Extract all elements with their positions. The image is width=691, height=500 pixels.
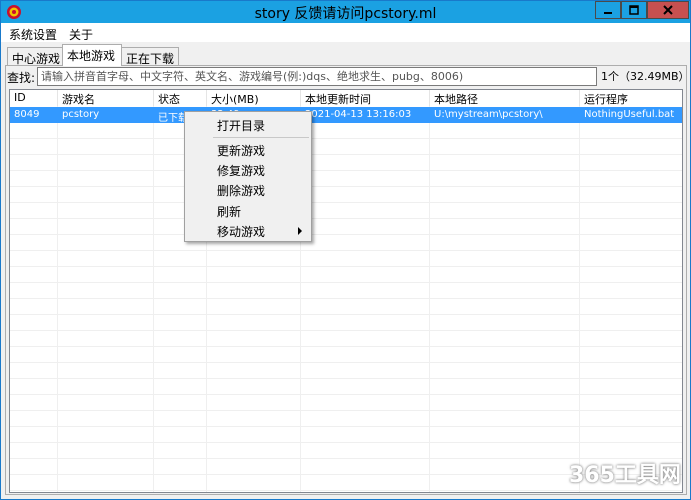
title-bar[interactable]: story 反馈请访问pcstory.ml bbox=[1, 1, 690, 23]
cell-local-path: U:\mystream\pcstory\ bbox=[434, 109, 543, 120]
context-menu: 打开目录 更新游戏 修复游戏 删除游戏 刷新 移动游戏 bbox=[184, 111, 312, 242]
column-header-id[interactable]: ID bbox=[10, 90, 58, 106]
menu-about[interactable]: 关于 bbox=[69, 26, 93, 43]
cell-update-time: 2021-04-13 13:16:03 bbox=[305, 109, 412, 120]
column-header-executable[interactable]: 运行程序 bbox=[580, 90, 682, 106]
maximize-icon bbox=[629, 5, 639, 15]
game-count-label: 1个（32.49MB） bbox=[601, 70, 690, 83]
table-row[interactable]: 8049 pcstory 已下载 32.49 2021-04-13 13:16:… bbox=[10, 107, 682, 123]
column-header-update-time[interactable]: 本地更新时间 bbox=[301, 90, 430, 106]
column-header-size[interactable]: 大小(MB) bbox=[207, 90, 301, 106]
tab-downloading[interactable]: 正在下载 bbox=[121, 47, 179, 66]
minimize-icon bbox=[604, 12, 612, 14]
close-icon bbox=[663, 5, 673, 15]
tab-local-games[interactable]: 本地游戏 bbox=[62, 44, 122, 66]
column-header-status[interactable]: 状态 bbox=[154, 90, 207, 106]
tab-center-games[interactable]: 中心游戏 bbox=[7, 47, 63, 66]
local-games-list[interactable]: ID 游戏名 状态 大小(MB) 本地更新时间 本地路径 运行程序 8049 p… bbox=[9, 89, 683, 493]
maximize-button[interactable] bbox=[621, 1, 647, 19]
list-header: ID 游戏名 状态 大小(MB) 本地更新时间 本地路径 运行程序 bbox=[10, 90, 682, 106]
ctx-move-game[interactable]: 移动游戏 bbox=[186, 221, 310, 240]
column-header-name[interactable]: 游戏名 bbox=[58, 90, 154, 106]
submenu-arrow-icon bbox=[298, 227, 302, 235]
ctx-delete-game[interactable]: 删除游戏 bbox=[186, 180, 310, 199]
menu-bar: 系统设置 关于 bbox=[1, 23, 690, 42]
ctx-open-folder[interactable]: 打开目录 bbox=[186, 115, 310, 134]
menu-system-settings[interactable]: 系统设置 bbox=[9, 26, 57, 43]
site-watermark: 365工具网 bbox=[569, 463, 681, 488]
cell-executable: NothingUseful.bat bbox=[584, 109, 675, 120]
column-header-local-path[interactable]: 本地路径 bbox=[430, 90, 580, 106]
ctx-repair-game[interactable]: 修复游戏 bbox=[186, 160, 310, 179]
app-window: story 反馈请访问pcstory.ml 系统设置 关于 中心游戏 本地游戏 … bbox=[0, 0, 691, 500]
minimize-button[interactable] bbox=[595, 1, 621, 19]
ctx-refresh[interactable]: 刷新 bbox=[186, 201, 310, 220]
cell-name: pcstory bbox=[62, 109, 100, 120]
cell-id: 8049 bbox=[14, 109, 40, 120]
search-input[interactable] bbox=[37, 67, 597, 86]
grid-lines bbox=[10, 123, 682, 492]
close-button[interactable] bbox=[647, 1, 689, 19]
window-title: story 反馈请访问pcstory.ml bbox=[254, 6, 437, 22]
search-label: 查找: bbox=[7, 71, 36, 85]
ctx-separator bbox=[213, 137, 309, 138]
ctx-move-game-label: 移动游戏 bbox=[217, 225, 266, 239]
ctx-update-game[interactable]: 更新游戏 bbox=[186, 140, 310, 159]
